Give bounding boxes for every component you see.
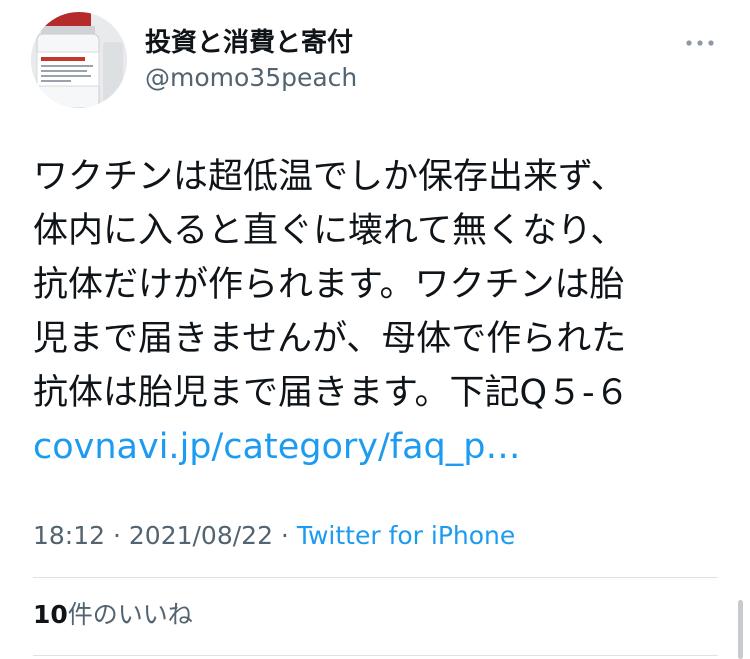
tweet-text-line: 児まで届きませんが、母体で作られた (33, 319, 627, 359)
tweet-text-line: 抗体だけが作られます。ワクチンは胎 (33, 265, 625, 305)
tweet-text-line: 抗体は胎児まで届きます。下記Q５-６ (33, 373, 630, 413)
tweet-text-line: ワクチンは超低温でしか保存出来ず、 (33, 157, 626, 197)
tweet-text: ワクチンは超低温でしか保存出来ず、 体内に入ると直ぐに壊れて無くなり、 抗体だけ… (33, 150, 723, 420)
likes-count-link[interactable]: 10件のいいね (33, 598, 193, 632)
author-display-name[interactable]: 投資と消費と寄付 (145, 26, 353, 60)
more-dots-icon (686, 40, 714, 46)
tweet-link[interactable]: covnavi.jp/category/faq_p… (33, 420, 520, 474)
scrollbar[interactable] (738, 600, 743, 659)
divider (33, 655, 718, 656)
tweet-time: 18:12 (33, 521, 106, 550)
more-options-button[interactable] (680, 30, 720, 56)
likes-count: 10 (33, 600, 68, 629)
tweet-meta: 18:12 · 2021/08/22 · Twitter for iPhone (33, 519, 515, 553)
author-handle[interactable]: @momo35peach (145, 62, 357, 94)
likes-label: 件のいいね (67, 600, 193, 629)
meta-separator: · (105, 521, 129, 550)
divider (33, 577, 718, 578)
vaccine-vial-icon (31, 12, 127, 108)
meta-separator: · (272, 521, 297, 550)
tweet-source-link[interactable]: Twitter for iPhone (297, 521, 515, 550)
tweet-text-line: 体内に入ると直ぐに壊れて無くなり、 (33, 211, 626, 251)
tweet-date: 2021/08/22 (128, 521, 273, 550)
avatar[interactable] (31, 12, 127, 108)
